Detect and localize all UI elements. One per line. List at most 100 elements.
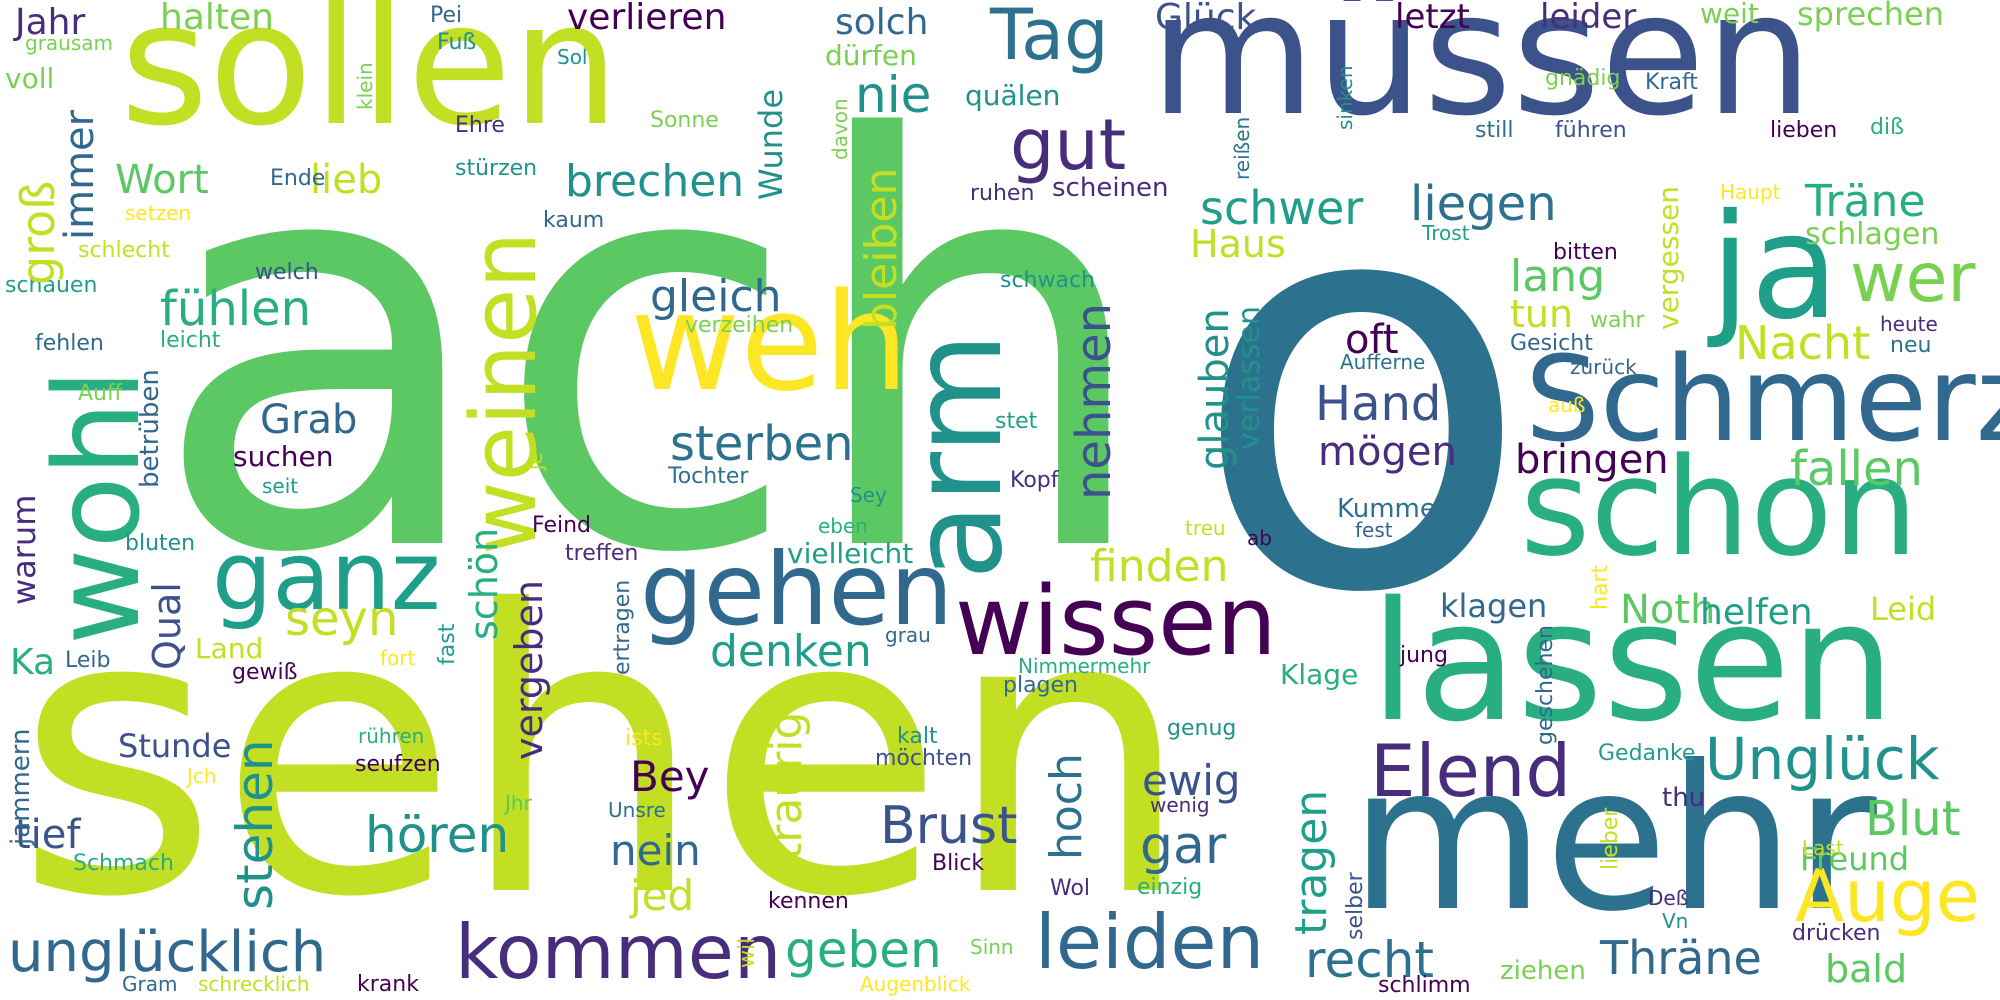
word-jammern: jammern [6, 728, 36, 845]
word-elend: Elend [1370, 729, 1572, 813]
word-still: still [1475, 118, 1514, 143]
word-kommen: kommen [455, 908, 782, 996]
word-davon: davon [828, 98, 852, 160]
word-treffen: treffen [565, 541, 639, 566]
word-ab: ab [1247, 526, 1272, 550]
word-mogen: mögen [1318, 429, 1457, 475]
word-jhr: Jhr [505, 791, 532, 815]
word-stehen: stehen [226, 739, 284, 910]
word-leicht: leicht [160, 328, 221, 353]
word-leiden: leiden [1035, 898, 1265, 986]
word-denken: denken [710, 626, 872, 677]
word-neu: neu [1890, 333, 1932, 358]
word-seit: seit [262, 474, 299, 498]
word-ehre: Ehre [455, 113, 505, 138]
word-vielleicht: vielleicht [787, 537, 914, 570]
word-sturzen: stürzen [455, 156, 538, 181]
word-wenig: wenig [1150, 793, 1210, 817]
word-kennen: kennen [768, 889, 849, 914]
word-schlagen: schlagen [1805, 217, 1940, 252]
word-heute: heute [1880, 312, 1938, 336]
word-kaum: kaum [543, 208, 605, 233]
word-voll: voll [5, 62, 55, 95]
word-wunde: Wunde [752, 88, 790, 200]
word-last: Last [1802, 836, 1844, 860]
word-geschehen: geschehen [1533, 625, 1558, 745]
word-nein: nein [610, 826, 701, 875]
word-fest: fest [1355, 518, 1393, 542]
word-hand: Hand [1315, 376, 1442, 432]
word-halten: halten [160, 0, 274, 38]
word-kraft: Kraft [1645, 70, 1698, 95]
word-treu: treu [1185, 516, 1226, 540]
word-stunde: Stunde [118, 727, 232, 765]
word-blut: Blut [1865, 791, 1961, 847]
word-sonne: Sonne [650, 108, 719, 133]
word-scheinen: scheinen [1052, 173, 1169, 203]
word-ziehen: ziehen [1500, 956, 1586, 986]
word-wort: Wort [115, 157, 209, 203]
word-ists: ists [625, 726, 663, 751]
word-suchen: suchen [233, 440, 334, 473]
word-verlassen: verlassen [1232, 306, 1267, 450]
word-vn: Vn [1662, 909, 1689, 933]
word-fast: fast [435, 623, 460, 665]
word-klagen: klagen [1440, 587, 1548, 625]
word-genug: genug [1167, 716, 1237, 741]
word-schon-v: schön [462, 527, 506, 640]
word-thrane: Thräne [1600, 931, 1762, 985]
word-ruhen: ruhen [970, 181, 1035, 206]
word-grau: grau [885, 623, 931, 647]
word-schlecht: schlecht [78, 238, 170, 263]
word-kalt: kalt [897, 724, 938, 749]
word-betruben: betrüben [135, 369, 165, 488]
word-ungluck: Unglück [1705, 725, 1940, 793]
word-helfen: helfen [1700, 592, 1813, 633]
word-gnadig: gnädig [1545, 66, 1621, 91]
word-verlieren: verlieren [567, 0, 727, 38]
word-bluten: bluten [125, 531, 196, 556]
word-sprechen: sprechen [1797, 0, 1944, 33]
word-lieben: lieben [1770, 118, 1838, 143]
word-drucken: drücken [1792, 921, 1881, 946]
word-haus: Haus [1190, 222, 1286, 266]
word-setzen: setzen [125, 201, 192, 225]
word-nehmen: nehmen [1066, 302, 1122, 500]
word-schrecklich: schrecklich [198, 972, 310, 996]
word-bald: bald [1825, 947, 1908, 991]
word-tun: tun [1510, 292, 1574, 336]
word-zuruck: zurück [1570, 355, 1637, 379]
word-glauben: glauben [1192, 308, 1238, 470]
word-kopf: Kopf [1010, 468, 1059, 493]
word-diss: diß [1870, 115, 1904, 140]
word-fuhlen: fühlen [160, 281, 312, 337]
word-wahr: wahr [1590, 308, 1645, 333]
word-bitten: bitten [1553, 240, 1618, 265]
word-immer: immer [57, 109, 103, 240]
word-nacht: Nacht [1735, 316, 1871, 370]
word-ka: Ka [10, 642, 56, 683]
word-ertragen: ertragen [610, 579, 635, 675]
word-letzt: letzt [1395, 0, 1470, 37]
word-tag: Tag [990, 0, 1109, 76]
word-pei: Pei [430, 3, 463, 28]
word-hoch: hoch [1041, 753, 1092, 860]
word-aufferne: Aufferne [1340, 350, 1426, 374]
word-vergessen: vergessen [1652, 186, 1685, 330]
word-grausam: grausam [25, 31, 114, 55]
word-schwach: schwach [1000, 268, 1096, 293]
word-gluck: Glück [1155, 0, 1257, 38]
word-vergeben: vergeben [507, 580, 551, 760]
word-fuhren: führen [1555, 118, 1627, 143]
word-unsre: Unsre [608, 798, 666, 822]
word-gross: groß [11, 180, 65, 285]
word-warum: warum [5, 494, 43, 605]
word-bleiben: bleiben [856, 167, 907, 330]
word-wer: wer [1850, 239, 1976, 318]
word-gesicht: Gesicht [1510, 331, 1593, 356]
word-seyn: seyn [285, 591, 399, 647]
word-durfen: dürfen [825, 39, 917, 72]
word-bey: Bey [630, 752, 710, 801]
word-krank: krank [357, 972, 419, 997]
word-schmach: Schmach [73, 851, 174, 876]
